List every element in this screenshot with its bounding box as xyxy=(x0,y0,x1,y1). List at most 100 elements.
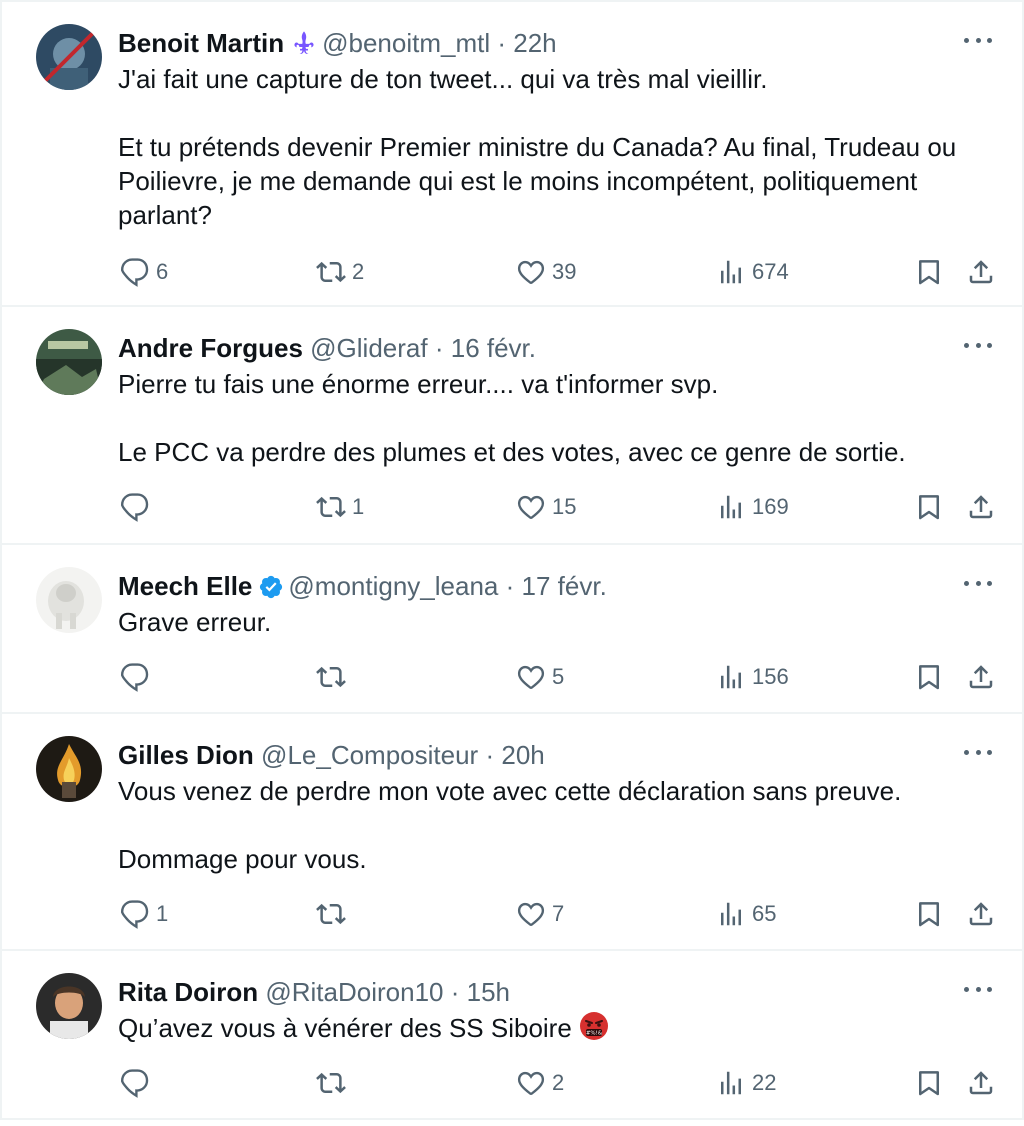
views-count: 65 xyxy=(752,901,777,926)
reply-button[interactable] xyxy=(120,659,156,695)
display-name[interactable]: Meech Elle xyxy=(118,571,252,601)
timestamp[interactable]: 16 févr. xyxy=(451,333,536,363)
user-handle[interactable]: @montigny_leana xyxy=(288,571,498,601)
bookmark-icon xyxy=(919,495,939,520)
more-icon[interactable] xyxy=(964,573,992,593)
user-handle[interactable]: @Le_Compositeur xyxy=(261,740,478,770)
reply-button[interactable]: 1 xyxy=(120,896,168,932)
tweet[interactable]: Gilles Dion @Le_Compositeur · 20h Vous v… xyxy=(0,714,1024,951)
separator-dot: · xyxy=(434,333,444,363)
reply-count: 1 xyxy=(156,901,169,926)
reply-count: 6 xyxy=(156,259,169,284)
bookmark-button[interactable] xyxy=(914,254,944,290)
bookmark-icon xyxy=(919,902,939,927)
reply-button[interactable] xyxy=(120,1065,156,1101)
like-button[interactable]: 39 xyxy=(516,254,576,290)
tweet-header: Benoit Martin @benoitm_mtl · 22h xyxy=(118,26,557,65)
reply-button[interactable] xyxy=(120,489,156,525)
like-button[interactable]: 7 xyxy=(516,896,564,932)
tweet-actions: 1 7 65 xyxy=(2,896,1024,932)
tweet-header: Rita Doiron @RitaDoiron10 · 15h xyxy=(118,975,510,1009)
user-handle[interactable]: @RitaDoiron10 xyxy=(265,977,443,1007)
retweet-button[interactable]: 2 xyxy=(316,254,364,290)
retweet-icon xyxy=(316,666,346,688)
reply-icon xyxy=(121,1069,149,1098)
tweet[interactable]: Benoit Martin @benoitm_mtl · 22h J'ai fai… xyxy=(0,0,1024,307)
tweet-paragraph: Grave erreur. xyxy=(118,607,272,637)
tweet-header: Meech Elle @montigny_leana · 17 févr. xyxy=(118,569,607,608)
reply-feed: Benoit Martin @benoitm_mtl · 22h J'ai fai… xyxy=(0,0,1024,1120)
like-button[interactable]: 5 xyxy=(516,659,564,695)
like-count: 2 xyxy=(552,1070,565,1095)
avatar[interactable] xyxy=(36,736,102,802)
like-button[interactable]: 15 xyxy=(516,489,576,525)
display-name[interactable]: Benoit Martin xyxy=(118,28,284,58)
bookmark-button[interactable] xyxy=(914,896,944,932)
separator-dot: · xyxy=(505,571,515,601)
timestamp[interactable]: 17 févr. xyxy=(522,571,607,601)
reply-icon xyxy=(121,258,149,287)
views-icon xyxy=(721,260,741,284)
share-button[interactable] xyxy=(966,896,996,932)
retweet-icon xyxy=(316,1072,346,1094)
tweet[interactable]: Rita Doiron @RitaDoiron10 · 15h Qu’avez … xyxy=(0,951,1024,1120)
retweet-button[interactable] xyxy=(316,659,352,695)
display-name[interactable]: Andre Forgues xyxy=(118,333,303,363)
more-icon[interactable] xyxy=(964,742,992,762)
share-button[interactable] xyxy=(966,254,996,290)
reply-icon xyxy=(121,493,149,522)
timestamp[interactable]: 22h xyxy=(513,28,556,58)
share-button[interactable] xyxy=(966,1065,996,1101)
views-button[interactable]: 22 xyxy=(716,1065,776,1101)
retweet-icon xyxy=(316,261,346,283)
fleur-de-lis-icon xyxy=(290,29,318,65)
display-name[interactable]: Gilles Dion xyxy=(118,740,254,770)
separator-dot: · xyxy=(485,740,495,770)
more-icon[interactable] xyxy=(964,335,992,355)
reply-button[interactable]: 6 xyxy=(120,254,168,290)
views-button[interactable]: 169 xyxy=(716,489,789,525)
avatar[interactable] xyxy=(36,973,102,1039)
tweet-text: J'ai fait une capture de ton tweet... qu… xyxy=(118,62,998,232)
views-count: 156 xyxy=(752,664,789,689)
tweet-text: Qu’avez vous à vénérer des SS Siboire #%… xyxy=(118,1011,998,1049)
tweet[interactable]: Meech Elle @montigny_leana · 17 févr. Gra… xyxy=(0,545,1024,714)
bookmark-button[interactable] xyxy=(914,489,944,525)
share-icon xyxy=(969,902,993,926)
share-button[interactable] xyxy=(966,489,996,525)
avatar[interactable] xyxy=(36,329,102,395)
angry-cursing-face-icon: #%!& xyxy=(579,1011,609,1049)
share-icon xyxy=(969,665,993,689)
retweet-button[interactable] xyxy=(316,1065,352,1101)
avatar[interactable] xyxy=(36,24,102,90)
timestamp[interactable]: 20h xyxy=(501,740,544,770)
views-icon xyxy=(721,665,741,689)
display-name[interactable]: Rita Doiron xyxy=(118,977,258,1007)
like-count: 5 xyxy=(552,664,565,689)
bookmark-button[interactable] xyxy=(914,659,944,695)
more-icon[interactable] xyxy=(964,30,992,50)
bookmark-button[interactable] xyxy=(914,1065,944,1101)
heart-icon xyxy=(517,260,545,284)
share-icon xyxy=(969,260,993,284)
tweet-actions: 1 15 169 xyxy=(2,489,1024,525)
share-button[interactable] xyxy=(966,659,996,695)
tweet-text: Pierre tu fais une énorme erreur.... va … xyxy=(118,367,998,469)
tweet-paragraph: Dommage pour vous. xyxy=(118,844,367,874)
views-icon xyxy=(721,902,741,926)
more-icon[interactable] xyxy=(964,979,992,999)
views-button[interactable]: 674 xyxy=(716,254,789,290)
like-button[interactable]: 2 xyxy=(516,1065,564,1101)
timestamp[interactable]: 15h xyxy=(467,977,510,1007)
user-handle[interactable]: @benoitm_mtl xyxy=(322,28,490,58)
retweet-button[interactable] xyxy=(316,896,352,932)
tweet-paragraph: Vous venez de perdre mon vote avec cette… xyxy=(118,776,902,806)
share-icon xyxy=(969,495,993,519)
tweet-paragraph: Qu’avez vous à vénérer des SS Siboire #%… xyxy=(118,1011,998,1049)
retweet-button[interactable]: 1 xyxy=(316,489,364,525)
views-button[interactable]: 65 xyxy=(716,896,776,932)
views-button[interactable]: 156 xyxy=(716,659,789,695)
user-handle[interactable]: @Glideraf xyxy=(310,333,427,363)
tweet[interactable]: Andre Forgues @Glideraf · 16 févr. Pierr… xyxy=(0,307,1024,545)
avatar[interactable] xyxy=(36,567,102,633)
